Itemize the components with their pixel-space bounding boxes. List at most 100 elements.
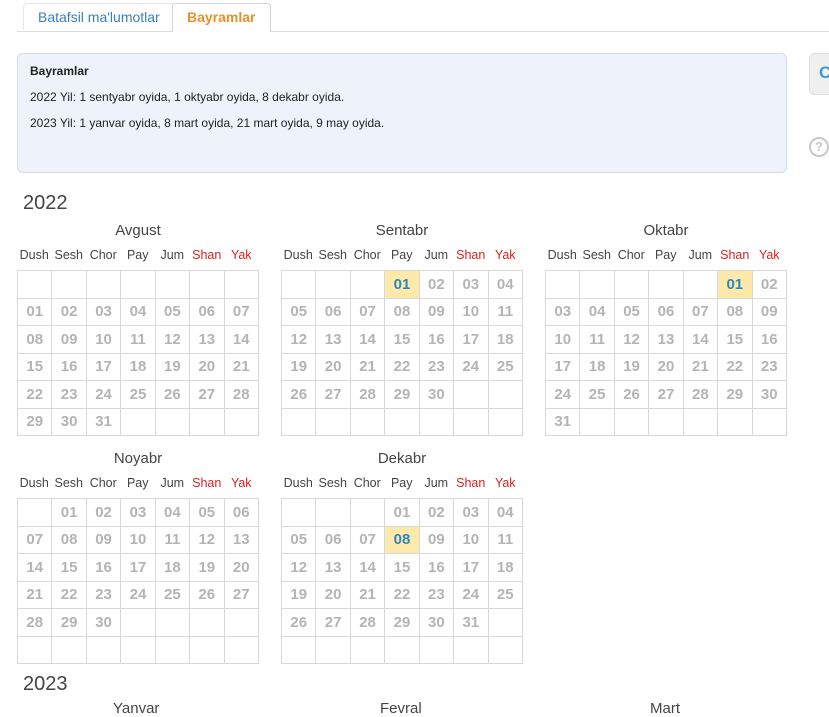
empty-day-cell (154, 270, 191, 299)
empty-day-cell (682, 407, 719, 436)
empty-day-cell (315, 635, 351, 664)
day-cell: 26 (154, 380, 191, 409)
tab-bayramlar[interactable]: Bayramlar (172, 3, 271, 32)
day-cell: 02 (85, 498, 122, 527)
day-cell: 17 (85, 352, 122, 381)
empty-day-cell (579, 407, 615, 436)
info-line-2023: 2023 Yil: 1 yanvar oyida, 8 mart oyida, … (30, 116, 385, 130)
weekday-label: Pay (654, 248, 677, 262)
day-cell: 07 (349, 297, 386, 326)
day-cell: 28 (349, 608, 386, 637)
empty-day-cell (613, 407, 650, 436)
empty-day-cell (189, 407, 225, 436)
day-cell: 14 (223, 325, 260, 354)
tab-batafsil[interactable]: Batafsil ma'lumotlar (23, 3, 175, 30)
month-title-yanvar: Yanvar (113, 700, 160, 717)
month-grid: 01 02 03 04 05 06 07 08 09 10 11 12 13 14 15 16 17 18 19 20… (280, 498, 524, 664)
month-grid: 01 02 03 04 05 06 07 08 09 10 11 12 13 14 15 16 17 18 19 20… (544, 270, 788, 436)
empty-day-cell (315, 407, 351, 436)
weekday-label: Shan (456, 248, 486, 262)
day-cell: 17 (453, 325, 489, 354)
day-cell: 31 (544, 407, 581, 436)
day-cell: 07 (349, 525, 386, 554)
empty-day-cell (223, 407, 260, 436)
empty-day-cell (120, 635, 156, 664)
empty-day-cell (751, 407, 788, 436)
day-cell: 10 (544, 325, 581, 354)
day-cell: 29 (717, 380, 753, 409)
week-row: 15 16 17 18 19 20 21 (16, 352, 260, 381)
side-action-button[interactable]: C (809, 53, 829, 95)
weekday-label: Shan (456, 476, 486, 490)
day-cell: 25 (120, 380, 156, 409)
day-cell: 26 (613, 380, 650, 409)
empty-day-cell (384, 407, 420, 436)
day-cell: 28 (682, 380, 719, 409)
day-cell: 09 (418, 297, 455, 326)
day-cell: 05 (613, 297, 650, 326)
day-cell: 30 (51, 407, 87, 436)
day-cell: 11 (487, 297, 524, 326)
week-row: 12 13 14 15 16 17 18 (280, 325, 524, 354)
empty-day-cell (154, 635, 191, 664)
weekday-label: Chor (353, 248, 381, 262)
empty-day-cell (418, 635, 455, 664)
day-cell: 02 (418, 498, 455, 527)
day-cell: 30 (751, 380, 788, 409)
month-title: Oktabr (643, 222, 689, 239)
day-cell: 13 (315, 325, 351, 354)
day-cell: 14 (349, 553, 386, 582)
day-cell: 19 (280, 352, 317, 381)
day-cell: 28 (16, 608, 53, 637)
empty-day-cell (85, 635, 122, 664)
day-cell: 19 (189, 553, 225, 582)
weekday-label: Yak (230, 476, 252, 490)
week-row (280, 407, 524, 436)
day-cell: 30 (85, 608, 122, 637)
week-row: 05 06 07 08 09 10 11 (280, 297, 524, 326)
week-row: 19 20 21 22 23 24 25 (280, 580, 524, 609)
weekday-label: Jum (688, 248, 713, 262)
empty-day-cell (223, 608, 260, 637)
side-button-label: C (819, 63, 829, 82)
day-cell: 06 (648, 297, 684, 326)
day-cell: 12 (189, 525, 225, 554)
day-cell: 24 (453, 352, 489, 381)
week-row: 28 29 30 (16, 608, 260, 637)
day-cell: 30 (418, 608, 455, 637)
day-cell: 15 (384, 325, 420, 354)
day-cell: 14 (682, 325, 719, 354)
day-cell: 02 (751, 270, 788, 299)
day-cell: 03 (453, 270, 489, 299)
day-cell: 27 (189, 380, 225, 409)
calendar-month: Noyabr Dush Sesh Chor Pay Jum Shan Yak 01 02 03 04 0… (16, 450, 260, 664)
weekday-header: Dush Sesh Chor Pay Jum Shan Yak (281, 476, 523, 495)
weekday-header: Dush Sesh Chor Pay Jum Shan Yak (17, 248, 259, 267)
empty-day-cell (280, 270, 317, 299)
day-cell: 11 (579, 325, 615, 354)
help-icon[interactable]: ? (809, 137, 829, 157)
day-cell: 20 (315, 352, 351, 381)
holiday-day-cell: 01 (384, 270, 420, 299)
day-cell: 24 (453, 580, 489, 609)
day-cell: 04 (487, 498, 524, 527)
month-title-fevral: Fevral (380, 700, 422, 717)
info-line-2022: 2022 Yil: 1 sentyabr oyida, 1 oktyabr oy… (30, 90, 345, 104)
week-row: 17 18 19 20 21 22 23 (544, 352, 788, 381)
day-cell: 16 (51, 352, 87, 381)
day-cell: 29 (384, 380, 420, 409)
empty-day-cell (154, 407, 191, 436)
day-cell: 06 (189, 297, 225, 326)
empty-day-cell (648, 407, 684, 436)
tab-bar: Batafsil ma'lumotlar Bayramlar (17, 0, 829, 32)
week-row (16, 635, 260, 664)
day-cell: 24 (544, 380, 581, 409)
weekday-label: Dush (283, 476, 313, 490)
day-cell: 13 (223, 525, 260, 554)
month-title-mart: Mart (650, 700, 680, 717)
day-cell: 10 (85, 325, 122, 354)
day-cell: 22 (384, 580, 420, 609)
day-cell: 12 (280, 325, 317, 354)
day-cell: 20 (648, 352, 684, 381)
day-cell: 21 (349, 580, 386, 609)
